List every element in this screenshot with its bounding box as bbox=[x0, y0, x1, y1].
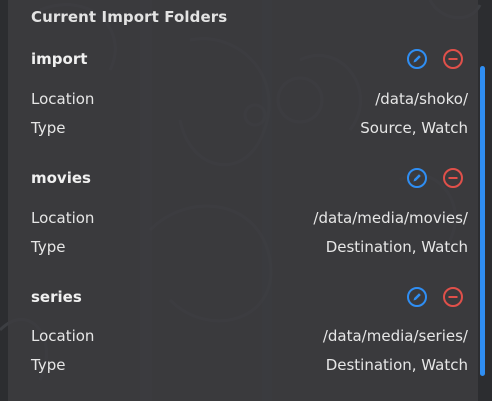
type-row: Type Source, Watch bbox=[31, 119, 468, 139]
type-value: Source, Watch bbox=[360, 119, 468, 137]
remove-minus-icon[interactable] bbox=[442, 48, 464, 70]
location-value: /data/shoko/ bbox=[375, 90, 468, 108]
location-label: Location bbox=[31, 209, 95, 227]
folder-actions bbox=[406, 286, 464, 308]
location-row: Location /data/media/series/ bbox=[31, 327, 468, 347]
type-value: Destination, Watch bbox=[325, 238, 468, 256]
type-row: Type Destination, Watch bbox=[31, 356, 468, 376]
folder-item-series: series Location /data/media/series/ Type… bbox=[31, 286, 468, 378]
folder-actions bbox=[406, 167, 464, 189]
panel-title: Current Import Folders bbox=[31, 8, 228, 26]
remove-minus-icon[interactable] bbox=[442, 167, 464, 189]
type-row: Type Destination, Watch bbox=[31, 238, 468, 258]
edit-pencil-icon[interactable] bbox=[406, 286, 428, 308]
scrollbar[interactable] bbox=[480, 66, 485, 376]
folder-item-movies: movies Location /data/media/movies/ Type… bbox=[31, 167, 468, 259]
type-label: Type bbox=[31, 119, 66, 137]
folder-item-import: import Location /data/shoko/ Type Source… bbox=[31, 48, 468, 140]
import-folders-panel: Current Import Folders import Location /… bbox=[8, 0, 478, 401]
folder-name: series bbox=[31, 288, 82, 306]
folder-name: movies bbox=[31, 169, 91, 187]
type-label: Type bbox=[31, 356, 66, 374]
location-value: /data/media/movies/ bbox=[313, 209, 468, 227]
edit-pencil-icon[interactable] bbox=[406, 48, 428, 70]
type-label: Type bbox=[31, 238, 66, 256]
location-row: Location /data/media/movies/ bbox=[31, 209, 468, 229]
remove-minus-icon[interactable] bbox=[442, 286, 464, 308]
location-label: Location bbox=[31, 327, 95, 345]
folder-name: import bbox=[31, 50, 88, 68]
edit-pencil-icon[interactable] bbox=[406, 167, 428, 189]
folder-actions bbox=[406, 48, 464, 70]
location-row: Location /data/shoko/ bbox=[31, 90, 468, 110]
type-value: Destination, Watch bbox=[325, 356, 468, 374]
location-value: /data/media/series/ bbox=[322, 327, 468, 345]
location-label: Location bbox=[31, 90, 95, 108]
